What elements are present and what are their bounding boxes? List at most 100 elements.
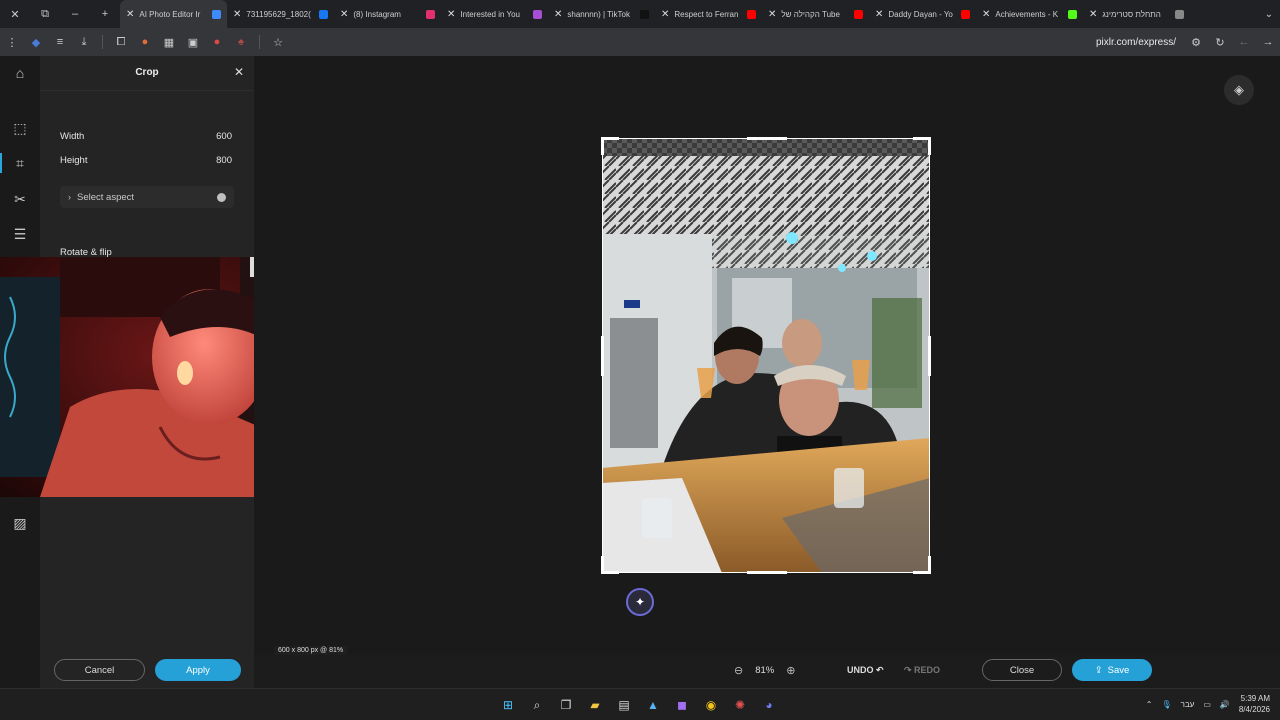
menu-icon[interactable]: ⋮ bbox=[0, 28, 24, 56]
extension-bat-icon[interactable]: ♠ bbox=[229, 28, 253, 56]
save-button[interactable]: ⇪ Save bbox=[1072, 659, 1152, 681]
zoom-in-icon[interactable]: ⊕ bbox=[786, 664, 795, 677]
close-tab-icon[interactable]: ✕ bbox=[1089, 9, 1097, 20]
volume-icon[interactable]: 🔊 bbox=[1220, 700, 1230, 709]
undo-button[interactable]: UNDO ↶ bbox=[847, 665, 884, 676]
tab-favicon-icon bbox=[1068, 9, 1077, 19]
photos-icon[interactable]: ▲ bbox=[642, 694, 664, 716]
restore-icon[interactable]: ⧉ bbox=[30, 0, 60, 28]
browser-tab[interactable]: ✕ 731195629_1802( bbox=[227, 0, 334, 28]
close-tab-icon[interactable]: ✕ bbox=[340, 9, 348, 20]
address-bar[interactable]: pixlr.com/express/ bbox=[1096, 37, 1176, 48]
browser-tab[interactable]: ✕ Achievements - K bbox=[976, 0, 1083, 28]
extension-grid-icon[interactable]: ▦ bbox=[157, 28, 181, 56]
zoom-control: ⊖ 81% ⊕ bbox=[734, 664, 795, 677]
crop-handle-bottom-left-v[interactable] bbox=[601, 556, 604, 574]
close-tab-icon[interactable]: ✕ bbox=[875, 9, 883, 20]
active-tool-indicator bbox=[0, 153, 2, 173]
crop-handle-right[interactable] bbox=[928, 336, 931, 376]
crop-handle-top-right-v[interactable] bbox=[928, 137, 931, 155]
height-input[interactable]: 800 bbox=[216, 155, 232, 166]
store-icon[interactable]: ▤ bbox=[613, 694, 635, 716]
arrange-icon[interactable]: ⬚ bbox=[10, 118, 30, 138]
browser-tab[interactable]: ✕ Interested in You bbox=[441, 0, 548, 28]
close-tab-icon[interactable]: ✕ bbox=[982, 9, 990, 20]
redo-button[interactable]: ↷ REDO bbox=[904, 665, 940, 676]
crop-frame[interactable] bbox=[601, 137, 931, 574]
layers-icon[interactable]: ◈ bbox=[1224, 75, 1254, 105]
zoom-out-icon[interactable]: ⊖ bbox=[734, 664, 743, 677]
close-button[interactable]: Close bbox=[982, 659, 1062, 681]
close-window-icon[interactable]: ✕ bbox=[0, 0, 30, 28]
file-explorer-icon[interactable]: ▰ bbox=[584, 694, 606, 716]
close-tab-icon[interactable]: ✕ bbox=[233, 9, 241, 20]
select-aspect-toggle[interactable]: › Select aspect bbox=[60, 186, 234, 208]
tab-search-icon[interactable]: ⌄ bbox=[1258, 9, 1280, 20]
adjust-sliders-icon[interactable]: ☰ bbox=[10, 224, 30, 244]
app-red-icon[interactable]: ✺ bbox=[729, 694, 751, 716]
tab-favicon-icon bbox=[533, 9, 542, 19]
network-icon[interactable]: ▭ bbox=[1203, 700, 1211, 709]
close-tab-icon[interactable]: ✕ bbox=[661, 9, 669, 20]
crop-icon[interactable]: ⌗ bbox=[10, 153, 30, 173]
browser-tab[interactable]: ✕ Respect to Ferran bbox=[655, 0, 762, 28]
close-tab-icon[interactable]: ✕ bbox=[126, 9, 134, 20]
crop-handle-top[interactable] bbox=[747, 137, 787, 140]
new-tab-icon[interactable]: + bbox=[90, 0, 120, 28]
app-purple-icon[interactable]: ◼ bbox=[671, 694, 693, 716]
apply-button[interactable]: Apply bbox=[155, 659, 241, 681]
discord-icon[interactable]: ◕ bbox=[758, 694, 780, 716]
browser-tab[interactable]: ✕ הקהילה של Tube bbox=[762, 0, 869, 28]
browser-tab[interactable]: ✕ התחלת סטרימינג bbox=[1083, 0, 1190, 28]
home-icon[interactable]: ⌂ bbox=[10, 63, 30, 83]
task-view-icon[interactable]: ❐ bbox=[555, 694, 577, 716]
reload-icon[interactable]: ↻ bbox=[1208, 28, 1232, 56]
crop-handle-bottom[interactable] bbox=[747, 571, 787, 574]
extension-flame-icon[interactable]: ● bbox=[133, 28, 157, 56]
pattern-icon[interactable]: ▨ bbox=[10, 513, 30, 533]
cancel-button[interactable]: Cancel bbox=[54, 659, 145, 681]
tab-title: (8) Instagram bbox=[353, 9, 401, 19]
browser-tab[interactable]: ✕ AI Photo Editor Ir bbox=[120, 0, 227, 28]
cutout-scissors-icon[interactable]: ✂ bbox=[10, 189, 30, 209]
tab-favicon-icon bbox=[1175, 9, 1184, 19]
language-indicator[interactable]: עבר bbox=[1181, 700, 1195, 709]
bookmark-star-icon[interactable]: ☆ bbox=[266, 28, 290, 56]
chrome-icon[interactable]: ◉ bbox=[700, 694, 722, 716]
close-tab-icon[interactable]: ✕ bbox=[554, 9, 562, 20]
zoom-level[interactable]: 81% bbox=[755, 665, 774, 676]
chevron-up-icon[interactable]: ⌃ bbox=[1146, 700, 1153, 709]
image-size-info: 600 x 800 px @ 81% bbox=[274, 646, 348, 655]
back-icon[interactable]: ← bbox=[1232, 28, 1256, 56]
tab-favicon-icon bbox=[426, 9, 435, 19]
close-tab-icon[interactable]: ✕ bbox=[768, 9, 776, 20]
aspect-switch[interactable] bbox=[217, 192, 226, 202]
browser-tab[interactable]: ✕ Daddy Dayan - Yo bbox=[869, 0, 976, 28]
width-input[interactable]: 600 bbox=[216, 131, 232, 142]
site-settings-icon[interactable]: ⚙ bbox=[1184, 28, 1208, 56]
forward-icon[interactable]: → bbox=[1256, 28, 1280, 56]
ai-sparkle-icon[interactable]: ✦ bbox=[626, 588, 654, 616]
minimize-icon[interactable]: – bbox=[60, 0, 90, 28]
editor-canvas: ◈ ✦ bbox=[254, 56, 1280, 656]
close-icon[interactable]: ✕ bbox=[234, 65, 244, 79]
extensions-puzzle-icon[interactable]: ⧠ bbox=[109, 28, 133, 56]
microphone-icon[interactable]: 🎙 bbox=[1161, 700, 1171, 709]
crop-handle-left[interactable] bbox=[601, 336, 604, 376]
extension-icon[interactable]: ◆ bbox=[24, 28, 48, 56]
close-tab-icon[interactable]: ✕ bbox=[447, 9, 455, 20]
undo-label: UNDO bbox=[847, 665, 874, 675]
save-icon: ⇪ bbox=[1094, 664, 1103, 676]
crop-handle-bottom-right-v[interactable] bbox=[928, 556, 931, 574]
browser-tab[interactable]: ✕ shannnn) | TikTok bbox=[548, 0, 655, 28]
crop-handle-top-left-v[interactable] bbox=[601, 137, 604, 155]
extension-box-icon[interactable]: ▣ bbox=[181, 28, 205, 56]
select-aspect-label: Select aspect bbox=[77, 191, 135, 203]
start-icon[interactable]: ⊞ bbox=[497, 694, 519, 716]
download-icon[interactable]: ⤓ bbox=[72, 28, 96, 56]
search-icon[interactable]: ⌕ bbox=[526, 694, 548, 716]
clock[interactable]: 5:39 AM 8/4/2026 bbox=[1239, 693, 1270, 715]
sliders-icon[interactable]: ≡ bbox=[48, 28, 72, 56]
browser-tab[interactable]: ✕ (8) Instagram bbox=[334, 0, 441, 28]
extension-drop-icon[interactable]: ● bbox=[205, 28, 229, 56]
